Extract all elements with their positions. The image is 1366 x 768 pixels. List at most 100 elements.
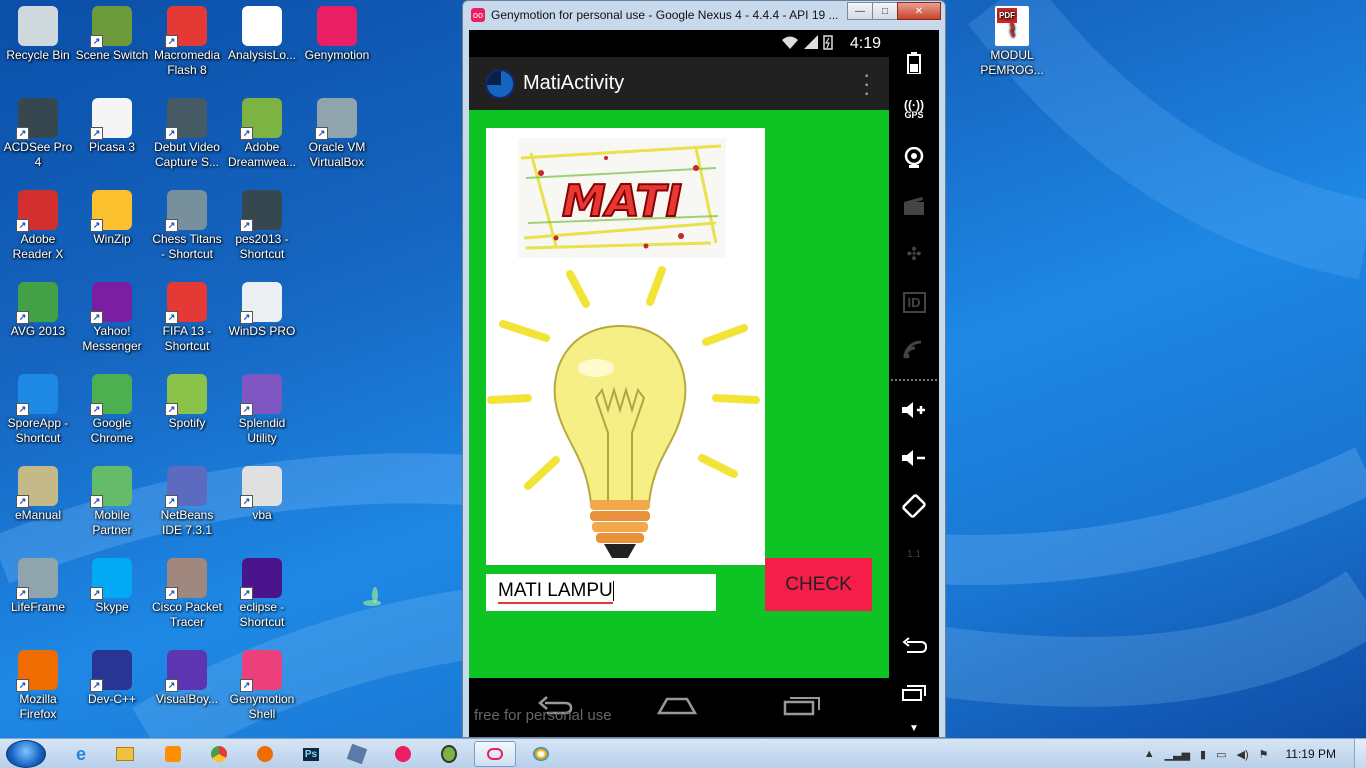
desktop-icon-avg[interactable]: ↗ AVG 2013 [0,276,76,364]
dpad-icon[interactable]: ✣ [894,236,934,272]
genymotion-window-taskbar-button[interactable] [474,741,516,767]
shortcut-arrow-icon: ↗ [240,311,253,324]
desktop-icon-label: Skype [95,600,129,614]
desktop-icon-firefox[interactable]: ↗ Mozilla Firefox [0,644,76,732]
show-desktop-button[interactable] [1354,739,1366,768]
screencast-icon[interactable] [894,188,934,224]
recent-apps-icon[interactable] [894,675,934,711]
desktop-icon-label: Chess Titans - Shortcut [152,232,222,261]
media-player-icon[interactable] [152,741,194,767]
toolbar-separator [891,379,937,381]
desktop-icon-fifa[interactable]: ↗ FIFA 13 - Shortcut [149,276,225,364]
desktop-icon-flash[interactable]: ↗ Macromedia Flash 8 [149,0,225,88]
desktop-icon-mobile-partner[interactable]: ↗ Mobile Partner [74,460,150,548]
home-nav-icon[interactable] [657,690,697,720]
battery-icon[interactable] [894,45,934,81]
desktop-icon-winzip[interactable]: ↗ WinZip [74,184,150,272]
desktop-icon-pes2013[interactable]: ↗ pes2013 - Shortcut [224,184,300,272]
lifeframe-icon: ↗ [16,558,58,600]
check-button[interactable]: CHECK [765,558,872,611]
desktop-icon-chess-titans[interactable]: ↗ Chess Titans - Shortcut [149,184,225,272]
desktop-icon-label: Splendid Utility [238,416,286,445]
desktop-icon-dreamweaver[interactable]: ↗ Adobe Dreamwea... [224,92,300,180]
system-tray: ▲ ▁▃▅ ▮ ▭ ◀) ⚑ 11:19 PM [1139,739,1366,768]
desktop-icon-genymotion[interactable]: Genymotion [299,0,375,88]
show-hidden-icons-icon[interactable]: ▲ [1144,748,1155,760]
android-sdk-icon[interactable] [428,741,470,767]
network-icon[interactable] [894,332,934,368]
genymotion-taskbar-icon[interactable] [382,741,424,767]
wallpaper-leaf [363,587,381,606]
desktop-icon-yahoo-messenger[interactable]: ↗ Yahoo! Messenger [74,276,150,364]
firefox-taskbar-icon[interactable] [244,741,286,767]
window-controls: — □ ✕ [847,2,941,20]
desktop-icon-dev-cpp[interactable]: ↗ Dev-C++ [74,644,150,732]
start-button[interactable] [6,740,46,768]
android-status-bar: 4:19 [469,30,889,57]
shortcut-arrow-icon: ↗ [16,403,29,416]
desktop-icon-vba-file[interactable]: ↗ vba [224,460,300,548]
emanual-icon: ↗ [16,466,58,508]
app-logo-icon [485,68,515,99]
desktop-icon-document[interactable]: AnalysisLo... [224,0,300,88]
overflow-menu-icon[interactable]: · · · [863,64,870,104]
desktop-icon-modul-pemrog[interactable]: PDF ⌇ MODUL PEMROG... [974,0,1050,88]
desktop-icon-netbeans[interactable]: ↗ NetBeans IDE 7.3.1 [149,460,225,548]
network-tray-icon[interactable]: ▭ [1216,748,1226,761]
desktop-icon-adobe-reader[interactable]: ↗ Adobe Reader X [0,184,76,272]
desktop-icon-winds-pro[interactable]: ↗ WinDS PRO [224,276,300,364]
chrome-taskbar-icon[interactable] [198,741,240,767]
scene-switch-icon: ↗ [90,6,132,48]
desktop-icon-label: Spotify [168,416,206,430]
shortcut-arrow-icon: ↗ [90,219,103,232]
device-id-icon[interactable]: ID [894,284,934,320]
desktop-icon-skype[interactable]: ↗ Skype [74,552,150,640]
desktop-icon-label: eManual [14,508,62,522]
desktop-icon-label: Cisco Packet Tracer [151,600,223,629]
desktop-icon-recycle-bin[interactable]: Recycle Bin [0,0,76,88]
desktop-icon-splendid[interactable]: ↗ Splendid Utility [224,368,300,456]
power-icon[interactable]: ▮ [1200,748,1206,761]
desktop-icon-visualboy[interactable]: ↗ VisualBoy... [149,644,225,732]
webcam-icon[interactable] [894,140,934,176]
answer-input[interactable]: MATI LAMPU [486,574,716,611]
paint-icon[interactable] [520,741,562,767]
volume-down-icon[interactable] [894,440,934,476]
action-center-icon[interactable]: ⚑ [1259,748,1269,761]
desktop-icon-emanual[interactable]: ↗ eManual [0,460,76,548]
desktop-icon-picasa[interactable]: ↗ Picasa 3 [74,92,150,180]
gps-icon[interactable]: ((·)) GPS [894,92,934,128]
debut-video-icon: ↗ [165,98,207,140]
close-button[interactable]: ✕ [897,2,941,20]
internet-explorer-icon[interactable]: e [60,741,102,767]
signal-strength-icon[interactable]: ▁▃▅ [1165,748,1190,761]
photoshop-icon[interactable]: Ps [290,741,332,767]
desktop-icon-eclipse[interactable]: ↗ eclipse - Shortcut [224,552,300,640]
shortcut-arrow-icon: ↗ [90,127,103,140]
virtualbox-taskbar-icon[interactable] [336,741,378,767]
fifa-icon: ↗ [165,282,207,324]
rotate-icon[interactable] [894,488,934,524]
volume-up-icon[interactable] [894,392,934,428]
minimize-button[interactable]: — [847,2,873,20]
pixel-perfect-icon[interactable]: 1:1 [894,536,934,572]
desktop-icon-debut-video[interactable]: ↗ Debut Video Capture S... [149,92,225,180]
file-explorer-icon[interactable] [104,741,146,767]
desktop-icon-genymotion-shell[interactable]: ↗ Genymotion Shell [224,644,300,732]
back-icon[interactable] [894,627,934,663]
desktop-icon-cisco-packet-tracer[interactable]: ↗ Cisco Packet Tracer [149,552,225,640]
desktop-icon-chrome[interactable]: ↗ Google Chrome [74,368,150,456]
desktop-icon-scene-switch[interactable]: ↗ Scene Switch [74,0,150,88]
desktop-icon-sporeapp[interactable]: ↗ SporeApp - Shortcut [0,368,76,456]
volume-icon[interactable]: ◀) [1237,748,1249,761]
recent-apps-nav-icon[interactable] [781,690,821,720]
bulb-base [604,544,636,558]
desktop-icon-acdsee[interactable]: ↗ ACDSee Pro 4 [0,92,76,180]
maximize-button[interactable]: □ [872,2,898,20]
desktop-icon-spotify[interactable]: ↗ Spotify [149,368,225,456]
skype-icon: ↗ [90,558,132,600]
netbeans-icon: ↗ [165,466,207,508]
desktop-icon-virtualbox[interactable]: ↗ Oracle VM VirtualBox [299,92,375,180]
desktop-icon-lifeframe[interactable]: ↗ LifeFrame [0,552,76,640]
taskbar-clock[interactable]: 11:19 PM [1286,747,1336,761]
